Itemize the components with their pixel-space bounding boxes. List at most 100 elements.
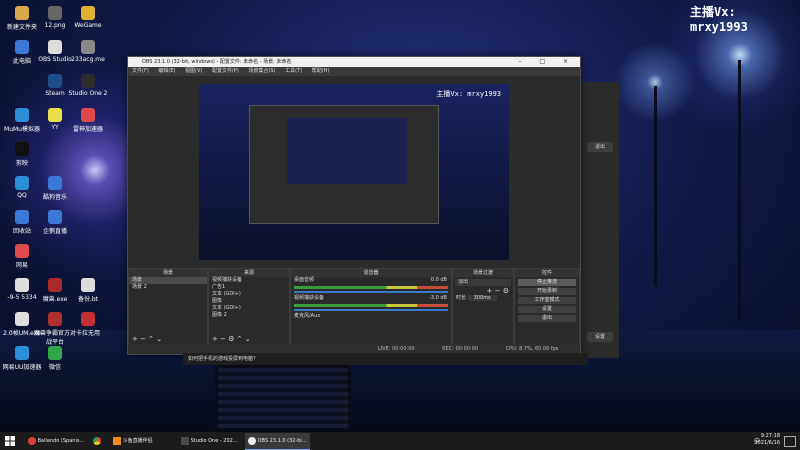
desktop-icon[interactable]: 剪映 [0, 142, 44, 167]
mixer-db: -3.0 dB [429, 295, 447, 301]
sources-dock: 来源 视频捕获设备 广告1 文本 (GDI+) 图像 文本 (GDI+) 图像 … [208, 268, 290, 346]
kugou-icon [48, 176, 62, 190]
volume-slider[interactable] [294, 291, 448, 293]
menu-profile[interactable]: 配置文件(P) [212, 68, 239, 74]
desktop-icon[interactable]: 企鹅直播 [33, 210, 77, 235]
nested-obs-preview [249, 105, 439, 224]
studio-one-icon [181, 436, 189, 445]
menu-edit[interactable]: 编辑(E) [158, 68, 175, 74]
start-recording-button[interactable]: 开始录制 [518, 288, 576, 295]
clock-time: 9:27:18 [760, 433, 780, 439]
preview-streamer-label: 主播Vx: mrxy1993 [436, 90, 501, 98]
obs-window: OBS 23.1.0 (32-bit, windows) - 配置文件: 未命名… [127, 56, 581, 355]
scene-toolbar[interactable]: + − ⌃ ⌄ [129, 336, 162, 343]
file-icon [15, 278, 29, 292]
desktop-icon-label: 卡拉无用 [75, 330, 100, 337]
desktop-icon-label: 剪映 [15, 160, 28, 167]
transition-duration-row: 时长 300ms [453, 295, 513, 302]
exe-icon [48, 278, 62, 292]
exe-icon [15, 312, 29, 326]
desktop-icon[interactable]: 233acg.me [66, 40, 110, 63]
exit-button[interactable]: 退出 [518, 315, 576, 322]
transitions-dock-title: 场景过渡 [453, 269, 513, 277]
desktop-icon[interactable]: 酷狗音乐 [33, 176, 77, 201]
mumu-icon [15, 108, 29, 122]
obs-icon [48, 40, 62, 54]
exit-button[interactable]: 退出 [587, 142, 613, 152]
system-clock[interactable]: 9:27:18 2021/6/16 [754, 433, 780, 447]
image-icon [48, 6, 62, 20]
source-item[interactable]: 图像 [209, 298, 289, 305]
desktop-icon-label: Studio One 2 [68, 90, 108, 97]
taskbar-item-obs[interactable]: OBS 23.1.0 (32-bi... [245, 433, 310, 450]
source-item[interactable]: 文本 (GDI+) [209, 305, 289, 312]
taskbar-item-douyu[interactable]: 斗鱼直播伴侣 [110, 433, 173, 449]
source-item[interactable]: 文本 (GDI+) [209, 291, 289, 298]
window-controls[interactable]: – □ × [518, 57, 576, 67]
background-window-text: 如何把手机的游戏投屏到电脑? [183, 353, 588, 365]
capcut-icon [15, 142, 29, 156]
transition-toolbar[interactable]: + − ⚙ [453, 288, 513, 295]
desktop-icon[interactable]: 备份.bt [66, 278, 110, 303]
obs-preview[interactable]: 主播Vx: mrxy1993 [199, 84, 509, 260]
settings-button[interactable]: 设置 [587, 332, 613, 342]
taskbar-item-studio-one[interactable]: Studio One - 202... [178, 433, 243, 449]
mixer-dock-title: 混音器 [291, 269, 451, 277]
transition-select[interactable]: 淡出 [455, 279, 511, 286]
scenes-dock: 场景 场景 场景 2 + − ⌃ ⌄ [128, 268, 208, 346]
obs-title-text: OBS 23.1.0 (32-bit, windows) - 配置文件: 未命名… [142, 59, 292, 65]
desktop-icon[interactable]: 网易 [0, 244, 44, 269]
taskbar-item-chrome[interactable] [90, 433, 107, 449]
volume-meter [294, 286, 448, 289]
nested-preview-canvas [287, 118, 407, 184]
menu-tools[interactable]: 工具(T) [285, 68, 302, 74]
desktop-icon-label: 雷神加速器 [72, 126, 103, 133]
streamer-label: 主播Vx: mrxy1993 [690, 5, 748, 34]
clock-date: 2021/6/16 [754, 440, 780, 446]
desktop-icon-label: 微信 [48, 364, 61, 371]
netease-icon [15, 244, 29, 258]
obs-titlebar[interactable]: OBS 23.1.0 (32-bit, windows) - 配置文件: 未命名… [128, 57, 580, 67]
source-item[interactable]: 图像 2 [209, 312, 289, 319]
desktop-icon-label: WeGame [74, 22, 102, 29]
obs-menubar: 文件(F) 编辑(E) 视图(V) 配置文件(P) 场景集合(S) 工具(T) … [128, 67, 580, 76]
menu-file[interactable]: 文件(F) [132, 68, 149, 74]
settings-button[interactable]: 设置 [518, 306, 576, 313]
side-panel: 退出 设置 [579, 82, 619, 358]
duration-input[interactable]: 300ms [467, 295, 497, 301]
taskbar: Bailando (Spanis... 斗鱼直播伴侣 Studio One - … [0, 432, 800, 450]
source-item[interactable]: 广告1 [209, 284, 289, 291]
scene-item[interactable]: 场景 2 [129, 284, 207, 291]
desktop-icon[interactable]: 微信 [33, 346, 77, 371]
taskbar-item-label: Studio One - 202... [190, 438, 238, 444]
desktop-icon[interactable]: Studio One 2 [66, 74, 110, 97]
desktop-icon[interactable]: 卡拉无用 [66, 312, 110, 337]
studio-mode-button[interactable]: 工作室模式 [518, 297, 576, 304]
folder-icon [15, 6, 29, 20]
street-lamp [654, 86, 657, 286]
notification-icon[interactable] [784, 436, 796, 447]
yy-icon [48, 108, 62, 122]
source-item[interactable]: 视频捕获设备 [209, 277, 289, 284]
menu-view[interactable]: 视图(V) [185, 68, 202, 74]
taskbar-item-music[interactable]: Bailando (Spanis... [25, 433, 88, 449]
stop-streaming-button[interactable]: 停止推流 [518, 279, 576, 286]
taskbar-item-label: 斗鱼直播伴侣 [122, 438, 153, 444]
transitions-dock: 场景过渡 淡出 + − ⚙ 时长 300ms [452, 268, 514, 346]
source-toolbar[interactable]: + − ⚙ ⌃ ⌄ [209, 336, 251, 343]
douyu-icon [113, 436, 121, 445]
computer-icon [15, 40, 29, 54]
rec-time: REC: 00:00:00 [442, 346, 479, 352]
recycle-bin-icon [15, 210, 29, 224]
windows-start-icon[interactable] [5, 436, 15, 446]
scene-item[interactable]: 场景 [129, 277, 207, 284]
war3-icon [48, 312, 62, 326]
desktop-icon[interactable]: 雷神加速器 [66, 108, 110, 133]
desktop-icon[interactable]: WeGame [66, 6, 110, 29]
menu-help[interactable]: 帮助(H) [312, 68, 330, 74]
desktop-icon-label: 233acg.me [71, 56, 105, 63]
menu-scene-collection[interactable]: 场景集合(S) [248, 68, 275, 74]
volume-slider[interactable] [294, 309, 448, 311]
steam-icon [48, 74, 62, 88]
controls-dock-title: 控件 [515, 269, 579, 277]
